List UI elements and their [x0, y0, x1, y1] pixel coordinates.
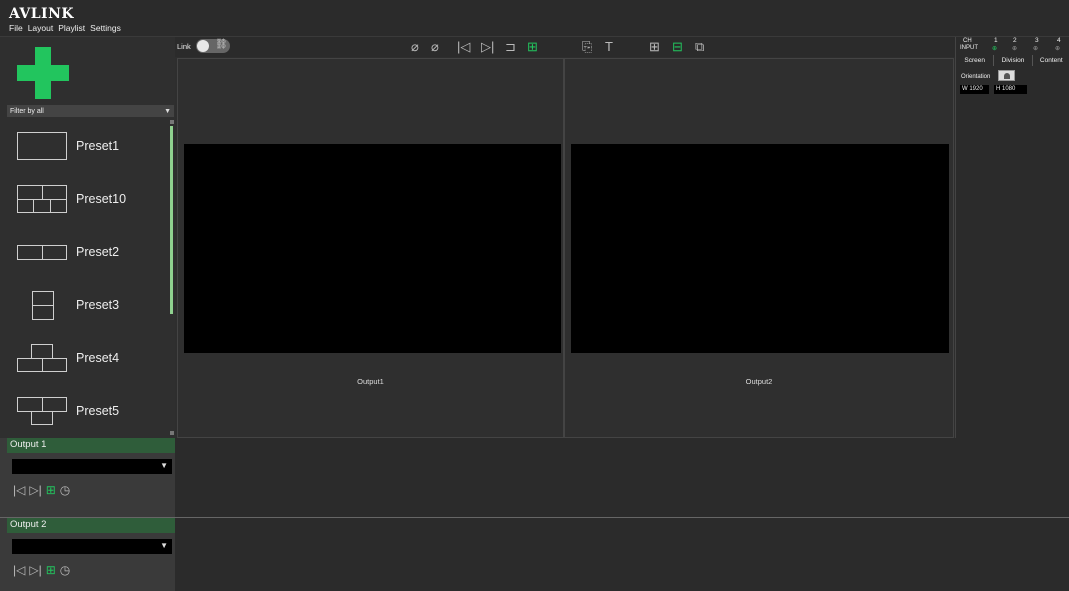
layout-split-icon[interactable]: ⊟ — [672, 39, 683, 55]
title-bar: AVLINK File Layout Playlist Settings — [0, 0, 1069, 37]
tab-content[interactable]: Content — [1031, 55, 1069, 66]
preset-label: Preset4 — [76, 350, 120, 365]
preset-list: Preset1 Preset10 Preset2 Preset3 Preset4… — [7, 119, 171, 437]
skip-previous-icon[interactable]: |◁ — [13, 563, 25, 577]
skip-next-icon[interactable]: ▷| — [29, 563, 41, 577]
scroll-up-arrow[interactable] — [170, 120, 174, 124]
output-label-2: Output2 — [745, 377, 773, 386]
scroll-down-arrow[interactable] — [170, 431, 174, 435]
preset-item[interactable]: Preset2 — [7, 225, 171, 278]
skip-next-icon[interactable]: ▷| — [29, 483, 41, 497]
skip-previous-icon[interactable]: |◁ — [13, 483, 25, 497]
output-screen-1[interactable] — [184, 144, 561, 353]
height-field[interactable]: H 1080 — [994, 85, 1027, 94]
preset-panel: Filter by all ▼ Preset1 Preset10 Preset2… — [0, 37, 175, 438]
output-screen-2[interactable] — [571, 144, 949, 353]
preset-label: Preset1 — [76, 138, 120, 153]
hide-all-icon[interactable]: ⌀ — [431, 39, 439, 55]
channel-2-input-icon[interactable]: ⊕ — [1012, 45, 1017, 52]
app-logo: AVLINK — [9, 6, 75, 22]
chevron-down-icon: ▼ — [164, 107, 171, 115]
menu-playlist[interactable]: Playlist — [58, 23, 85, 33]
menu-bar: File Layout Playlist Settings — [9, 23, 121, 33]
channel-number: 3 — [1035, 37, 1039, 44]
chevron-down-icon: ▼ — [160, 541, 168, 550]
channel-3-input-icon[interactable]: ⊕ — [1033, 45, 1038, 52]
preset-label: Preset10 — [76, 191, 127, 206]
filter-dropdown[interactable]: Filter by all ▼ — [7, 105, 174, 117]
preset-item[interactable]: Preset10 — [7, 172, 171, 225]
preset-label: Preset3 — [76, 297, 120, 312]
link-toggle[interactable]: ⛓ — [196, 39, 230, 53]
link-icon: ⛓ — [215, 39, 228, 50]
menu-layout[interactable]: Layout — [28, 23, 54, 33]
add-preset-button[interactable] — [17, 47, 69, 99]
link-label: Link — [177, 42, 191, 51]
toggle-knob — [197, 40, 209, 52]
preset-thumbnail-icon — [17, 343, 67, 372]
preset-label: Preset5 — [76, 403, 120, 418]
channel-number: 1 — [994, 37, 998, 44]
menu-file[interactable]: File — [9, 23, 23, 33]
skip-next-icon[interactable]: ▷| — [481, 39, 494, 55]
output-row-controls: Output 1 ▼ |◁ ▷| ⊞ ◷ — [0, 438, 175, 517]
preset-thumbnail-icon — [17, 184, 67, 213]
input-icon[interactable]: ⊐ — [505, 39, 516, 55]
properties-tabs: Screen Division Content — [956, 55, 1069, 66]
output-row-title: Output 2 — [7, 518, 175, 533]
clock-icon[interactable]: ◷ — [60, 483, 70, 497]
tab-screen[interactable]: Screen — [956, 55, 993, 66]
export-icon[interactable]: ⎘ — [582, 39, 592, 55]
input-label: INPUT — [960, 45, 978, 51]
chevron-down-icon: ▼ — [160, 461, 168, 470]
ch-label: CH — [963, 38, 972, 44]
properties-panel: CH INPUT 1 2 3 4 ⊕ ⊕ ⊕ ⊕ Screen Division… — [955, 37, 1069, 438]
layout-canvas: Output1 Output2 — [175, 57, 955, 438]
orientation-label: Orientation — [961, 74, 991, 80]
preset-thumbnail-icon — [17, 290, 67, 320]
preset-label: Preset2 — [76, 244, 120, 259]
output-panel-2[interactable]: Output2 — [564, 58, 954, 438]
output-panel-1[interactable]: Output1 — [177, 58, 564, 438]
output-source-select[interactable]: ▼ — [12, 539, 172, 554]
channel-1-input-icon[interactable]: ⊕ — [992, 45, 997, 52]
plus-icon-stroke — [35, 47, 51, 99]
menu-settings[interactable]: Settings — [90, 23, 121, 33]
skip-previous-icon[interactable]: |◁ — [457, 39, 470, 55]
preset-item[interactable]: Preset5 — [7, 384, 171, 437]
layout-grid-icon[interactable]: ⊞ — [649, 39, 660, 55]
grid-icon[interactable]: ⊞ — [46, 563, 56, 577]
output-row-2: Output 2 ▼ |◁ ▷| ⊞ ◷ — [0, 518, 1069, 591]
channel-number: 2 — [1013, 37, 1017, 44]
channel-number: 4 — [1057, 37, 1061, 44]
clock-icon[interactable]: ◷ — [60, 563, 70, 577]
preset-thumbnail-icon — [17, 238, 67, 266]
preset-item[interactable]: Preset4 — [7, 331, 171, 384]
preset-item[interactable]: Preset1 — [7, 119, 171, 172]
width-field[interactable]: W 1920 — [960, 85, 989, 94]
output-row-1: Output 1 ▼ |◁ ▷| ⊞ ◷ — [0, 438, 1069, 517]
toolbar: Link ⛓ ⌀ ⌀ |◁ ▷| ⊐ ⊞ ⎘ T ⊞ ⊟ ⧉ — [175, 37, 955, 57]
output-row-title: Output 1 — [7, 438, 175, 453]
orientation-button[interactable] — [998, 70, 1015, 81]
output-row-controls: Output 2 ▼ |◁ ▷| ⊞ ◷ — [0, 518, 175, 591]
app-window: AVLINK File Layout Playlist Settings Fil… — [0, 0, 1069, 591]
preset-item[interactable]: Preset3 — [7, 278, 171, 331]
tab-division[interactable]: Division — [993, 55, 1031, 66]
preset-thumbnail-icon — [17, 131, 67, 160]
output-label-1: Output1 — [357, 377, 384, 386]
output-row-buttons: |◁ ▷| ⊞ ◷ — [13, 483, 70, 497]
hide-icon[interactable]: ⌀ — [411, 39, 419, 55]
text-icon[interactable]: T — [605, 39, 613, 55]
preset-scrollbar[interactable] — [170, 126, 173, 314]
output-source-select[interactable]: ▼ — [12, 459, 172, 474]
preset-thumbnail-icon — [17, 396, 67, 425]
channel-4-input-icon[interactable]: ⊕ — [1055, 45, 1060, 52]
grid-icon[interactable]: ⊞ — [46, 483, 56, 497]
copy-icon[interactable]: ⧉ — [695, 39, 704, 55]
filter-label: Filter by all — [10, 107, 44, 115]
output-row-buttons: |◁ ▷| ⊞ ◷ — [13, 563, 70, 577]
grid-icon[interactable]: ⊞ — [527, 39, 538, 55]
